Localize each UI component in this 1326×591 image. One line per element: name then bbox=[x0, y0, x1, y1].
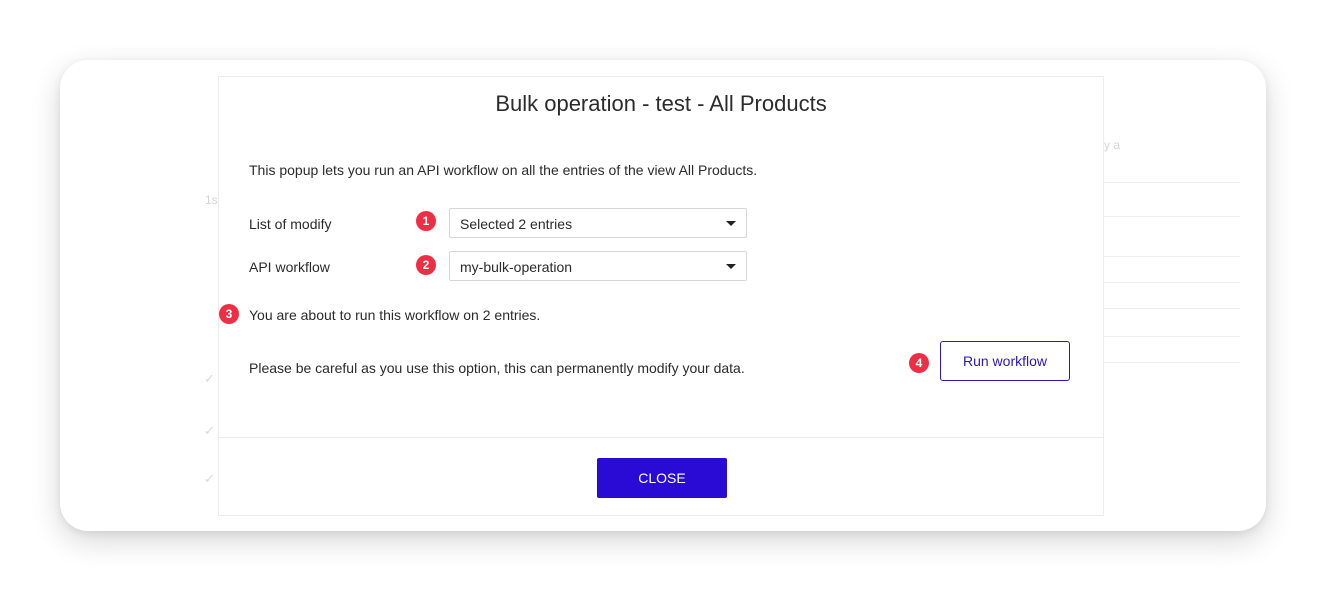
bg-table-line bbox=[1100, 282, 1240, 283]
bg-table-line bbox=[1100, 362, 1240, 363]
bg-column-text: y a bbox=[1104, 138, 1121, 152]
bg-row-text: 1s bbox=[205, 193, 218, 207]
bg-table-line bbox=[1100, 182, 1240, 183]
bg-table-line bbox=[1100, 256, 1240, 257]
bulk-operation-popup: Bulk operation - test - All Products Thi… bbox=[218, 76, 1104, 516]
api-workflow-label: API workflow bbox=[249, 259, 330, 275]
list-of-modify-label: List of modify bbox=[249, 216, 332, 232]
window-frame: y a 1s ✓ ✓ ✓ Bulk operation - test - All… bbox=[60, 60, 1266, 531]
chevron-down-icon bbox=[726, 221, 736, 226]
entries-notice-text: You are about to run this workflow on 2 … bbox=[249, 307, 541, 323]
popup-intro-text: This popup lets you run an API workflow … bbox=[249, 162, 758, 178]
step-badge-3: 3 bbox=[219, 304, 239, 324]
bg-check-icon: ✓ bbox=[204, 471, 215, 486]
run-workflow-button[interactable]: Run workflow bbox=[940, 341, 1070, 381]
list-of-modify-value: Selected 2 entries bbox=[460, 216, 573, 232]
chevron-down-icon bbox=[726, 264, 736, 269]
close-button[interactable]: CLOSE bbox=[597, 458, 727, 498]
bg-table-line bbox=[1100, 308, 1240, 309]
step-badge-1: 1 bbox=[416, 211, 436, 231]
popup-title: Bulk operation - test - All Products bbox=[495, 91, 827, 116]
step-badge-2: 2 bbox=[416, 255, 436, 275]
footer-divider bbox=[219, 437, 1103, 438]
bg-check-icon: ✓ bbox=[204, 423, 215, 438]
api-workflow-value: my-bulk-operation bbox=[460, 259, 573, 275]
api-workflow-dropdown[interactable]: my-bulk-operation bbox=[449, 251, 747, 281]
bg-table-line bbox=[1100, 336, 1240, 337]
warning-text: Please be careful as you use this option… bbox=[249, 360, 745, 376]
bg-check-icon: ✓ bbox=[204, 371, 215, 386]
bg-table-line bbox=[1100, 216, 1240, 217]
step-badge-4: 4 bbox=[909, 353, 929, 373]
list-of-modify-dropdown[interactable]: Selected 2 entries bbox=[449, 208, 747, 238]
